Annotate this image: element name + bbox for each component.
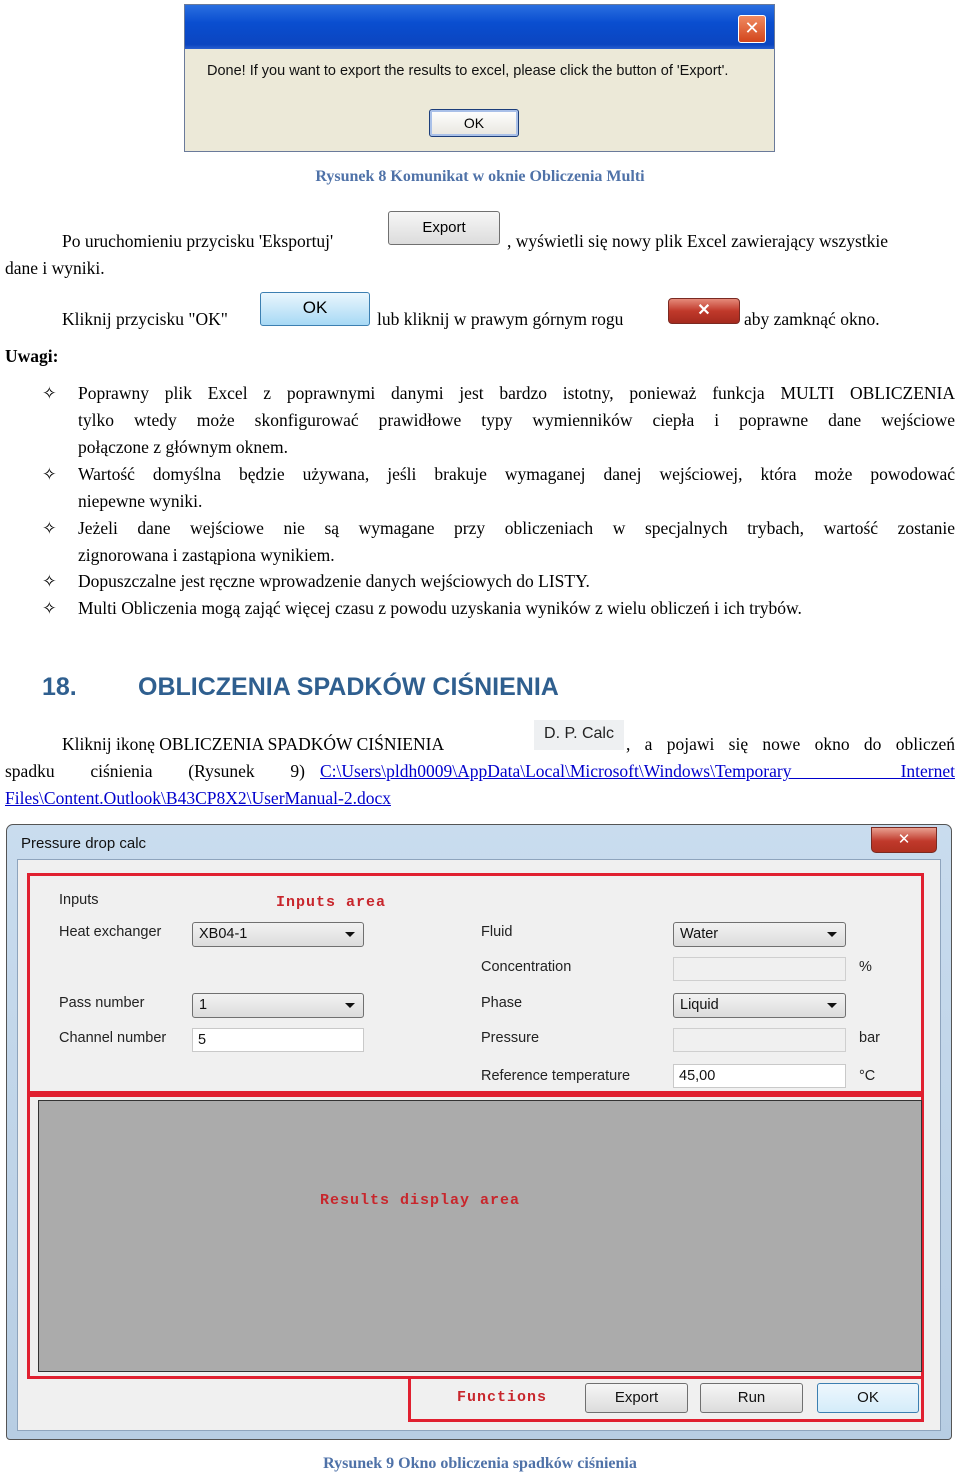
bullet-icon: ✧: [42, 598, 57, 618]
note-text-line: niepewne wyniki.: [78, 491, 203, 511]
fluid-value: Water: [680, 926, 719, 942]
phase-label: Phase: [481, 995, 523, 1011]
fluid-label: Fluid: [481, 924, 513, 940]
export-button-image: Export: [388, 211, 500, 245]
note-text-line: tylko wtedy może skonfigurować prawidłow…: [78, 410, 955, 430]
inputs-area-box: [27, 873, 924, 1094]
heat-exchanger-value: XB04-1: [199, 926, 248, 942]
concentration-unit: %: [859, 959, 872, 975]
pressure-label: Pressure: [481, 1030, 540, 1046]
section-intro-before: Kliknij ikonę OBLICZENIA SPADKÓW CIŚNIEN…: [62, 734, 445, 754]
heat-exchanger-label: Heat exchanger: [59, 924, 162, 940]
section-title: OBLICZENIA SPADKÓW CIŚNIENIA: [138, 673, 559, 701]
note-text-line: Poprawny plik Excel z poprawnymi danymi …: [78, 383, 955, 403]
section-number: 18.: [42, 673, 77, 701]
close-button-image: ✕: [668, 298, 740, 324]
close-icon[interactable]: ✕: [738, 15, 766, 43]
concentration-label: Concentration: [481, 959, 572, 975]
ok-para-middle: lub kliknij w prawym górnym rogu: [377, 309, 624, 329]
export-done-dialog: ✕ Done! If you want to export the result…: [184, 4, 775, 152]
note-text-line: połączone z głównym oknem.: [78, 437, 288, 457]
pass-number-value: 1: [199, 997, 208, 1013]
pressure-unit: bar: [859, 1030, 880, 1046]
run-button[interactable]: Run: [700, 1383, 803, 1413]
window-title: Pressure drop calc: [21, 835, 147, 852]
inputs-area-label: Inputs area: [276, 894, 387, 911]
notes-title: Uwagi:: [5, 346, 59, 366]
fluid-select[interactable]: Water: [673, 922, 846, 947]
bullet-icon: ✧: [42, 518, 57, 538]
document-link-line1[interactable]: C:\Users\pldh0009\AppData\Local\Microsof…: [320, 758, 955, 785]
channel-number-input[interactable]: 5: [192, 1028, 364, 1052]
export-para-line2: dane i wyniki.: [5, 258, 105, 278]
concentration-input[interactable]: [673, 957, 846, 981]
results-display-area: [38, 1100, 922, 1372]
section-line2-text: spadku ciśnienia (Rysunek 9): [5, 761, 305, 781]
note-text-line: zignorowana i zastąpiona wynikiem.: [78, 545, 335, 565]
chevron-down-icon: [345, 932, 355, 937]
note-text-line: Wartość domyślna będzie używana, jeśli b…: [78, 464, 955, 484]
note-text-line: Multi Obliczenia mogą zająć więcej czasu…: [78, 598, 802, 618]
dp-calc-icon: D. P. Calc: [534, 720, 624, 750]
dialog-message: Done! If you want to export the results …: [207, 63, 729, 79]
ok-button-image: OK: [260, 292, 370, 326]
note-text-line: Jeżeli dane wejściowe nie są wymagane pr…: [78, 518, 955, 538]
phase-select[interactable]: Liquid: [673, 993, 846, 1018]
channel-number-label: Channel number: [59, 1030, 167, 1046]
document-link-line2[interactable]: Files\Content.Outlook\B43CP8X2\UserManua…: [5, 785, 391, 812]
chevron-down-icon: [827, 1003, 837, 1008]
figure-9-caption: Rysunek 9 Okno obliczenia spadków ciśnie…: [323, 1455, 637, 1472]
bullet-icon: ✧: [42, 383, 57, 403]
results-area-label: Results display area: [320, 1192, 521, 1209]
bullet-icon: ✧: [42, 571, 57, 591]
export-para-before: Po uruchomieniu przycisku 'Eksportuj': [62, 231, 334, 251]
pass-number-label: Pass number: [59, 995, 145, 1011]
chevron-down-icon: [827, 932, 837, 937]
phase-value: Liquid: [680, 997, 719, 1013]
pass-number-select[interactable]: 1: [192, 993, 364, 1018]
export-button[interactable]: Export: [585, 1383, 688, 1413]
chevron-down-icon: [345, 1003, 355, 1008]
ok-para-before: Kliknij przycisku "OK": [62, 309, 228, 329]
heat-exchanger-select[interactable]: XB04-1: [192, 922, 364, 947]
section-intro-after: , a pojawi się nowe okno do obliczeń: [626, 734, 955, 754]
functions-label: Functions: [457, 1389, 548, 1406]
export-para-after: , wyświetli się nowy plik Excel zawieraj…: [507, 231, 889, 251]
pressure-input[interactable]: [673, 1028, 846, 1052]
ok-button[interactable]: OK: [817, 1383, 919, 1413]
reference-temperature-input[interactable]: 45,00: [673, 1064, 846, 1088]
bullet-icon: ✧: [42, 464, 57, 484]
ok-para-after: aby zamknąć okno.: [744, 309, 880, 329]
dialog-ok-button[interactable]: OK: [429, 109, 519, 137]
inputs-heading: Inputs: [59, 892, 99, 908]
reference-temperature-unit: °C: [859, 1068, 876, 1084]
close-icon[interactable]: ✕: [871, 827, 937, 853]
reference-temperature-label: Reference temperature: [481, 1068, 631, 1084]
figure-8-caption: Rysunek 8 Komunikat w oknie Obliczenia M…: [315, 168, 645, 185]
dialog-title-bar: [185, 5, 774, 49]
note-text-line: Dopuszczalne jest ręczne wprowadzenie da…: [78, 571, 590, 591]
